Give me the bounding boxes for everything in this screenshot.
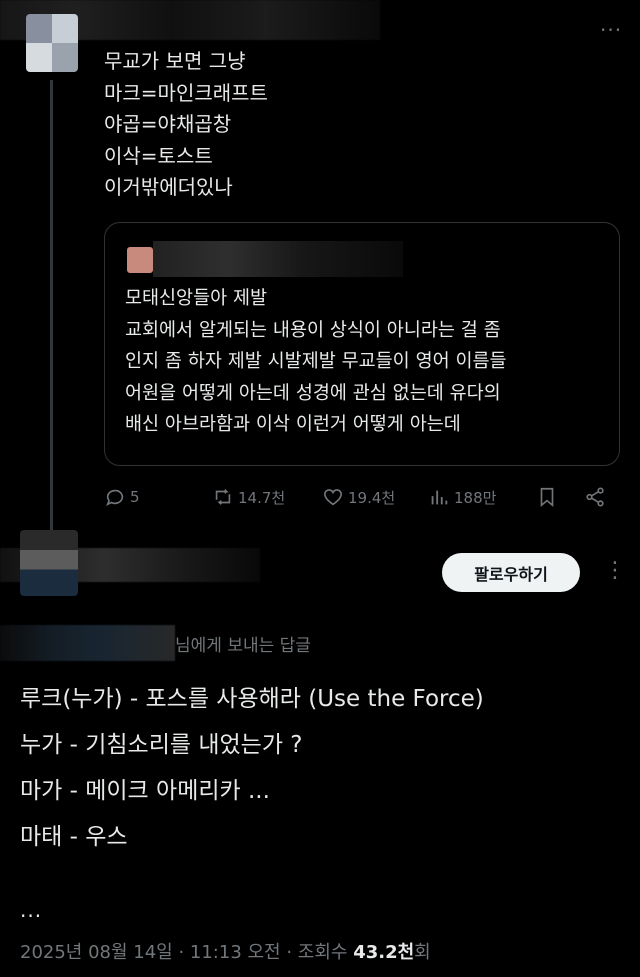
- retweet-icon: [215, 489, 231, 505]
- reply-icon: [106, 489, 124, 507]
- reply-tweet-text: 루크(누가) - 포스를 사용해라 (Use the Force) 누가 - 기…: [20, 676, 484, 860]
- quote-line: 어원을 어떻게 아는데 성경에 관심 없는데 유다의: [125, 382, 501, 404]
- reply-text-line: 마가 - 메이크 아메리카 ...: [20, 778, 270, 804]
- share-button[interactable]: [584, 482, 606, 512]
- bookmark-button[interactable]: [536, 482, 558, 512]
- tweet-text: 무교가 보면 그냥 마크=마인크래프트 야곱=야채곱창 이삭=토스트 이거밖에더…: [104, 46, 268, 204]
- quote-line: 교회에서 알게되는 내용이 상식이 아니라는 걸 좀: [125, 319, 501, 341]
- quoted-author-name-blurred: [153, 241, 403, 277]
- views-icon: [431, 490, 448, 505]
- reply-text-line: 누가 - 기침소리를 내었는가 ?: [20, 732, 303, 758]
- follow-button[interactable]: 팔로우하기: [442, 553, 580, 592]
- quoted-tweet[interactable]: 모태신앙들아 제발 교회에서 알게되는 내용이 상식이 아니라는 걸 좀 인지 …: [104, 222, 620, 466]
- quote-line: 배신 아브라함과 이삭 이런거 어떻게 아는데: [125, 414, 461, 435]
- reply-button[interactable]: 5: [104, 482, 140, 512]
- avatar[interactable]: [20, 530, 78, 596]
- tweet-text-line: 이거밖에더있나: [104, 175, 233, 199]
- like-button[interactable]: 19.4천: [322, 482, 395, 512]
- quote-line: 모태신앙들아 제발: [125, 288, 268, 309]
- view-count: 43.2천: [353, 942, 415, 963]
- ellipsis-text: ...: [20, 898, 43, 922]
- action-bar: 5 14.7천 19.4천 188만: [104, 482, 614, 512]
- reply-to-label: 님에게 보내는 답글: [175, 636, 311, 656]
- view-suffix: 회: [414, 942, 431, 963]
- bookmark-icon: [540, 487, 554, 508]
- tweet-text-line: 이삭=토스트: [104, 143, 213, 168]
- avatar[interactable]: [26, 14, 78, 72]
- more-options-icon[interactable]: ⋮: [604, 558, 627, 583]
- reply-text-line: 마태 - 우스: [20, 824, 128, 850]
- tweet-text-line: 야곱=야채곱창: [104, 112, 232, 136]
- timestamp[interactable]: 2025년 08월 14일 · 11:13 오전 · 조회수: [20, 942, 353, 963]
- thread-line: [50, 80, 53, 530]
- tweet-text-line: 무교가 보면 그냥: [104, 49, 246, 73]
- views-count: 188만: [454, 488, 497, 507]
- heart-icon: [323, 489, 343, 506]
- retweet-button[interactable]: 14.7천: [212, 482, 285, 512]
- reply-count: 5: [130, 488, 140, 506]
- quoted-tweet-text: 모태신앙들아 제발 교회에서 알게되는 내용이 상식이 아니라는 걸 좀 인지 …: [125, 283, 507, 441]
- share-icon: [586, 487, 604, 507]
- reply-to-username-blurred[interactable]: [0, 625, 175, 661]
- more-options-icon[interactable]: ···: [600, 18, 622, 42]
- tweet-text-line: 마크=마인크래프트: [104, 80, 268, 105]
- views-button[interactable]: 188만: [428, 482, 496, 512]
- tweet-meta: 2025년 08월 14일 · 11:13 오전 · 조회수 43.2천회: [20, 938, 431, 964]
- quoted-avatar: [127, 247, 153, 273]
- like-count: 19.4천: [348, 488, 396, 507]
- retweet-count: 14.7천: [238, 488, 286, 507]
- reply-text-line: 루크(누가) - 포스를 사용해라 (Use the Force): [20, 686, 484, 712]
- quote-line: 인지 좀 하자 제발 시발제발 무교들이 영어 이름들: [125, 351, 507, 372]
